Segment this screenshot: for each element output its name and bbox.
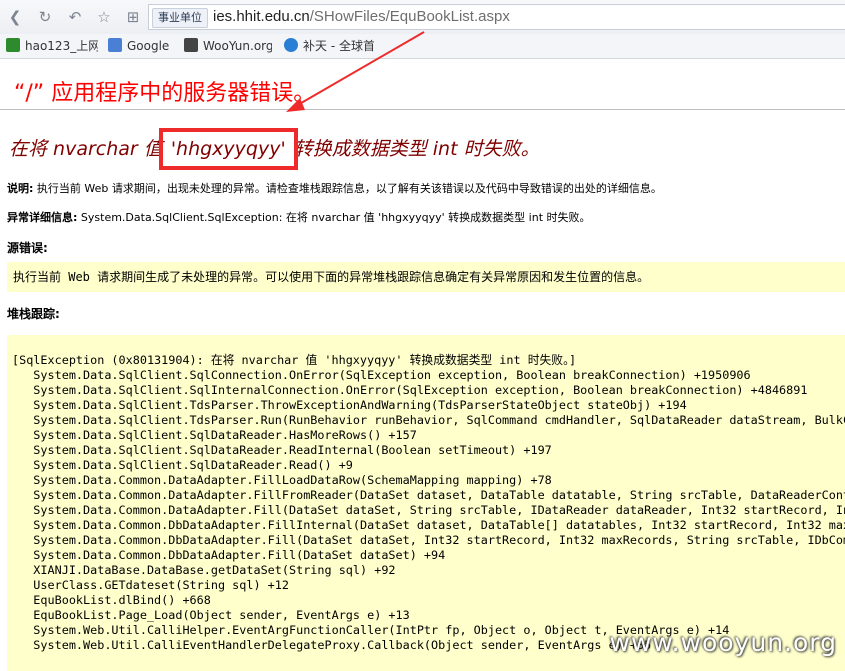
description-text: 执行当前 Web 请求期间，出现未处理的异常。请检查堆栈跟踪信息，以了解有关该错… bbox=[33, 182, 662, 195]
address-url[interactable]: ies.hhit.edu.cn/SHowFiles/EquBookList.as… bbox=[213, 5, 510, 29]
butian-icon bbox=[284, 38, 298, 52]
divider bbox=[0, 109, 845, 110]
source-error-box: 执行当前 Web 请求期间生成了未处理的异常。可以使用下面的异常堆栈跟踪信息确定… bbox=[7, 262, 845, 292]
stack-trace-line: System.Data.SqlClient.SqlDataReader.Read… bbox=[12, 443, 552, 457]
stack-trace-line: System.Data.Common.DbDataAdapter.Fill(Da… bbox=[12, 548, 446, 562]
highlighted-value: 'hhgxyyqyy' bbox=[158, 128, 298, 170]
bookmark-butian[interactable]: 补天 - 全球首 bbox=[284, 37, 374, 55]
error-suffix: 转换成数据类型 int 时失败。 bbox=[287, 138, 540, 160]
bookmarks-bar: hao123_上网 Google WooYun.org 补天 - 全球首 bbox=[0, 34, 845, 59]
source-error-label: 源错误: bbox=[7, 241, 48, 255]
bookmark-hao123[interactable]: hao123_上网 bbox=[6, 37, 98, 55]
bookmark-wooyun[interactable]: WooYun.org bbox=[184, 37, 272, 55]
stack-trace-line: EquBookList.Page_Load(Object sender, Eve… bbox=[12, 608, 410, 622]
stack-trace-line: System.Data.SqlClient.SqlInternalConnect… bbox=[12, 383, 808, 397]
stack-trace-line: UserClass.GETdateset(String sql) +12 bbox=[12, 578, 289, 592]
stack-trace-line: [SqlException (0x80131904): 在将 nvarchar … bbox=[12, 353, 577, 367]
stack-trace-line: XIANJI.DataBase.DataBase.getDataSet(Stri… bbox=[12, 563, 396, 577]
stack-trace-line: System.Data.Common.DbDataAdapter.FillInt… bbox=[12, 518, 845, 532]
stack-trace: [SqlException (0x80131904): 在将 nvarchar … bbox=[12, 353, 845, 653]
wooyun-icon bbox=[184, 38, 198, 52]
stack-trace-line: System.Data.Common.DataAdapter.Fill(Data… bbox=[12, 503, 845, 517]
source-error-text: 执行当前 Web 请求期间生成了未处理的异常。可以使用下面的异常堆栈跟踪信息确定… bbox=[13, 270, 650, 284]
stack-trace-line: System.Data.SqlClient.SqlDataReader.HasM… bbox=[12, 428, 417, 442]
stack-trace-line: System.Data.SqlClient.TdsParser.Run(RunB… bbox=[12, 413, 845, 427]
stack-trace-line: EquBookList.dlBind() +668 bbox=[12, 593, 211, 607]
undo-icon[interactable]: ↶ bbox=[64, 6, 86, 28]
stack-trace-label: 堆栈跟踪: bbox=[7, 307, 60, 321]
stack-trace-line: System.Data.Common.DbDataAdapter.Fill(Da… bbox=[12, 533, 845, 547]
stack-trace-line: System.Data.Common.DataAdapter.FillLoadD… bbox=[12, 473, 552, 487]
address-badge: 事业单位 bbox=[152, 8, 208, 28]
page-title: “/” 应用程序中的服务器错误。 bbox=[14, 81, 316, 106]
google-icon bbox=[108, 38, 122, 52]
stack-trace-line: System.Data.SqlClient.SqlConnection.OnEr… bbox=[12, 368, 751, 382]
browser-toolbar: ❮ ↻ ↶ ☆ ⊞ 事业单位 ies.hhit.edu.cn/SHowFiles… bbox=[0, 0, 845, 35]
stack-trace-line: System.Data.SqlClient.SqlDataReader.Read… bbox=[12, 458, 353, 472]
description-label: 说明: bbox=[7, 182, 34, 195]
refresh-icon[interactable]: ↻ bbox=[34, 6, 56, 28]
error-prefix: 在将 nvarchar 值 bbox=[9, 138, 169, 160]
url-host: ies.hhit.edu.cn bbox=[213, 8, 310, 25]
grid-icon[interactable]: ⊞ bbox=[122, 6, 144, 28]
error-message: 在将 nvarchar 值 'hhgxyyqyy' 转换成数据类型 int 时失… bbox=[9, 128, 540, 170]
description-line: 说明: 执行当前 Web 请求期间，出现未处理的异常。请检查堆栈跟踪信息，以了解… bbox=[7, 180, 662, 196]
watermark: www.wooyun.org bbox=[609, 628, 837, 657]
back-icon[interactable]: ❮ bbox=[4, 6, 26, 28]
hao123-icon bbox=[6, 38, 20, 52]
exception-text: System.Data.SqlClient.SqlException: 在将 n… bbox=[77, 211, 591, 224]
exception-line: 异常详细信息: System.Data.SqlClient.SqlExcepti… bbox=[7, 209, 591, 225]
bookmark-google[interactable]: Google bbox=[108, 37, 178, 55]
url-path: /SHowFiles/EquBookList.aspx bbox=[309, 8, 510, 25]
address-bar[interactable]: 事业单位 ies.hhit.edu.cn/SHowFiles/EquBookLi… bbox=[148, 4, 845, 30]
stack-trace-box: [SqlException (0x80131904): 在将 nvarchar … bbox=[7, 335, 845, 671]
star-icon[interactable]: ☆ bbox=[93, 6, 115, 28]
exception-label: 异常详细信息: bbox=[7, 211, 78, 224]
error-page: “/” 应用程序中的服务器错误。 在将 nvarchar 值 'hhgxyyqy… bbox=[0, 59, 845, 671]
stack-trace-line: System.Data.SqlClient.TdsParser.ThrowExc… bbox=[12, 398, 687, 412]
stack-trace-line: System.Data.Common.DataAdapter.FillFromR… bbox=[12, 488, 845, 502]
